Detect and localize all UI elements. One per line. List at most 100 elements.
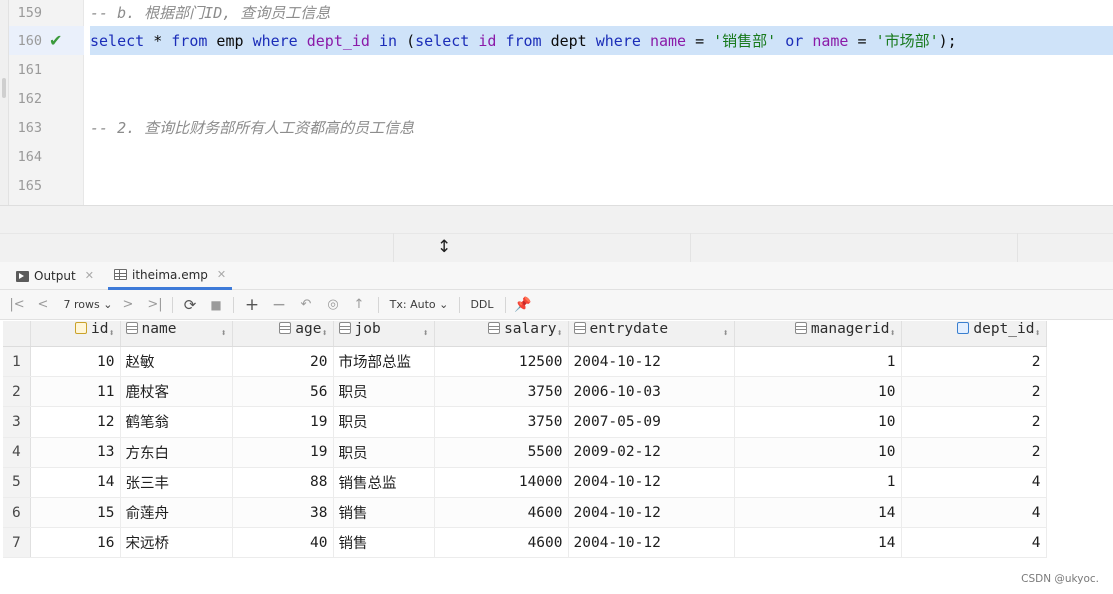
cell-age[interactable]: 56	[232, 376, 334, 408]
cell-age[interactable]: 19	[232, 406, 334, 438]
sort-icon[interactable]: ⬍	[556, 321, 562, 346]
compare-icon[interactable]: ◎	[324, 290, 342, 320]
close-icon[interactable]: ✕	[217, 261, 226, 289]
cell-job[interactable]: 职员	[333, 437, 435, 468]
sort-icon[interactable]: ⬍	[889, 321, 895, 346]
column-header-managerid[interactable]: managerid ⬍	[734, 321, 902, 347]
cell-name[interactable]: 鹤笔翁	[120, 406, 233, 438]
cell-job[interactable]: 销售总监	[333, 467, 435, 498]
cell-salary[interactable]: 5500	[434, 437, 569, 468]
cell-managerid[interactable]: 1	[734, 467, 902, 498]
column-header-dept-id[interactable]: dept_id ⬍	[901, 321, 1047, 347]
column-header-job[interactable]: job ⬍	[333, 321, 435, 347]
sort-icon[interactable]: ⬍	[422, 321, 428, 346]
column-header-age[interactable]: age ⬍	[232, 321, 334, 347]
cell-name[interactable]: 方东白	[120, 437, 233, 468]
cell-name[interactable]: 张三丰	[120, 467, 233, 498]
cell-age[interactable]: 19	[232, 437, 334, 468]
column-header-id[interactable]: id ⬍	[30, 321, 121, 347]
sort-icon[interactable]: ⬍	[321, 321, 327, 346]
next-page-icon[interactable]: >	[120, 290, 136, 320]
tab-itheima-emp[interactable]: itheima.emp ✕	[108, 261, 233, 290]
cell-entrydate[interactable]: 2004-10-12	[568, 346, 735, 378]
editor-line-current[interactable]: 160 ✔ select * from emp where dept_id in…	[0, 28, 1113, 57]
cell-dept-id[interactable]: 2	[901, 406, 1047, 438]
cell-job[interactable]: 职员	[333, 376, 435, 408]
cell-name[interactable]: 宋远桥	[120, 527, 233, 559]
editor-line[interactable]: 164	[0, 144, 1113, 173]
cell-id[interactable]: 16	[30, 527, 121, 559]
cell-id[interactable]: 11	[30, 376, 121, 408]
cell-age[interactable]: 38	[232, 497, 334, 529]
pin-icon[interactable]: 📌	[514, 290, 532, 320]
stop-icon[interactable]: ■	[208, 290, 224, 320]
cell-dept-id[interactable]: 2	[901, 376, 1047, 408]
cell-salary[interactable]: 14000	[434, 467, 569, 498]
cell-managerid[interactable]: 10	[734, 376, 902, 408]
cell-salary[interactable]: 12500	[434, 346, 569, 378]
column-header-entrydate[interactable]: entrydate ⬍	[568, 321, 735, 347]
delete-row-icon[interactable]: −	[270, 290, 288, 320]
cell-entrydate[interactable]: 2006-10-03	[568, 376, 735, 408]
table-row[interactable]: 2 11 鹿杖客 56 职员 3750 2006-10-03 10 2	[3, 376, 1047, 408]
table-row[interactable]: 5 14 张三丰 88 销售总监 14000 2004-10-12 1 4	[3, 467, 1047, 498]
cell-id[interactable]: 10	[30, 346, 121, 378]
cell-managerid[interactable]: 14	[734, 527, 902, 559]
cell-salary[interactable]: 3750	[434, 406, 569, 438]
cell-salary[interactable]: 3750	[434, 376, 569, 408]
cell-job[interactable]: 市场部总监	[333, 346, 435, 378]
cell-dept-id[interactable]: 2	[901, 346, 1047, 378]
tab-output[interactable]: Output ✕	[10, 262, 100, 290]
cell-entrydate[interactable]: 2004-10-12	[568, 467, 735, 498]
cell-id[interactable]: 13	[30, 437, 121, 468]
cell-name[interactable]: 赵敏	[120, 346, 233, 378]
table-row[interactable]: 7 16 宋远桥 40 销售 4600 2004-10-12 14 4	[3, 527, 1047, 559]
cell-managerid[interactable]: 14	[734, 497, 902, 529]
panel-splitter[interactable]: ↕	[0, 205, 1113, 263]
editor-line[interactable]: 163 -- 2. 查询比财务部所有人工资都高的员工信息	[0, 115, 1113, 144]
cell-salary[interactable]: 4600	[434, 497, 569, 529]
close-icon[interactable]: ✕	[85, 262, 94, 290]
cell-job[interactable]: 职员	[333, 406, 435, 438]
cell-job[interactable]: 销售	[333, 527, 435, 559]
sql-editor[interactable]: 159 -- b. 根据部门ID, 查询员工信息 160 ✔ select * …	[0, 0, 1113, 210]
sort-icon[interactable]: ⬍	[1034, 321, 1040, 346]
last-page-icon[interactable]: >|	[145, 290, 165, 320]
table-row[interactable]: 6 15 俞莲舟 38 销售 4600 2004-10-12 14 4	[3, 497, 1047, 529]
sort-icon[interactable]: ⬍	[722, 321, 728, 346]
cell-job[interactable]: 销售	[333, 497, 435, 529]
cell-age[interactable]: 20	[232, 346, 334, 378]
cell-age[interactable]: 40	[232, 527, 334, 559]
table-row[interactable]: 1 10 赵敏 20 市场部总监 12500 2004-10-12 1 2	[3, 346, 1047, 378]
cell-id[interactable]: 12	[30, 406, 121, 438]
cell-name[interactable]: 鹿杖客	[120, 376, 233, 408]
cell-entrydate[interactable]: 2009-02-12	[568, 437, 735, 468]
sort-icon[interactable]: ⬍	[220, 321, 226, 346]
cell-entrydate[interactable]: 2004-10-12	[568, 497, 735, 529]
transaction-mode-dropdown[interactable]: Tx: Auto ⌄	[388, 290, 450, 320]
table-row[interactable]: 3 12 鹤笔翁 19 职员 3750 2007-05-09 10 2	[3, 406, 1047, 438]
revert-icon[interactable]: ↶	[297, 290, 315, 320]
editor-line[interactable]: 161	[0, 57, 1113, 86]
first-page-icon[interactable]: |<	[8, 290, 26, 320]
cell-dept-id[interactable]: 4	[901, 527, 1047, 559]
submit-icon[interactable]: ↑	[350, 290, 368, 320]
previous-page-icon[interactable]: <	[34, 290, 52, 320]
editor-line[interactable]: 159 -- b. 根据部门ID, 查询员工信息	[0, 0, 1113, 29]
result-grid[interactable]: id ⬍ name ⬍ age ⬍ job ⬍ salary ⬍ entrydate…	[0, 321, 1113, 594]
sql-statement[interactable]: select * from emp where dept_id in (sele…	[90, 28, 957, 57]
editor-line[interactable]: 162	[0, 86, 1113, 115]
cell-dept-id[interactable]: 4	[901, 467, 1047, 498]
column-header-salary[interactable]: salary ⬍	[434, 321, 569, 347]
cell-dept-id[interactable]: 4	[901, 497, 1047, 529]
cell-entrydate[interactable]: 2007-05-09	[568, 406, 735, 438]
cell-entrydate[interactable]: 2004-10-12	[568, 527, 735, 559]
refresh-icon[interactable]: ⟳	[181, 290, 199, 320]
rows-count-dropdown[interactable]: 7 rows ⌄	[62, 290, 114, 320]
sort-icon[interactable]: ⬍	[108, 321, 114, 346]
cell-salary[interactable]: 4600	[434, 527, 569, 559]
column-header-name[interactable]: name ⬍	[120, 321, 233, 347]
ddl-button[interactable]: DDL	[468, 290, 496, 320]
add-row-icon[interactable]: +	[243, 290, 261, 320]
cell-managerid[interactable]: 10	[734, 437, 902, 468]
